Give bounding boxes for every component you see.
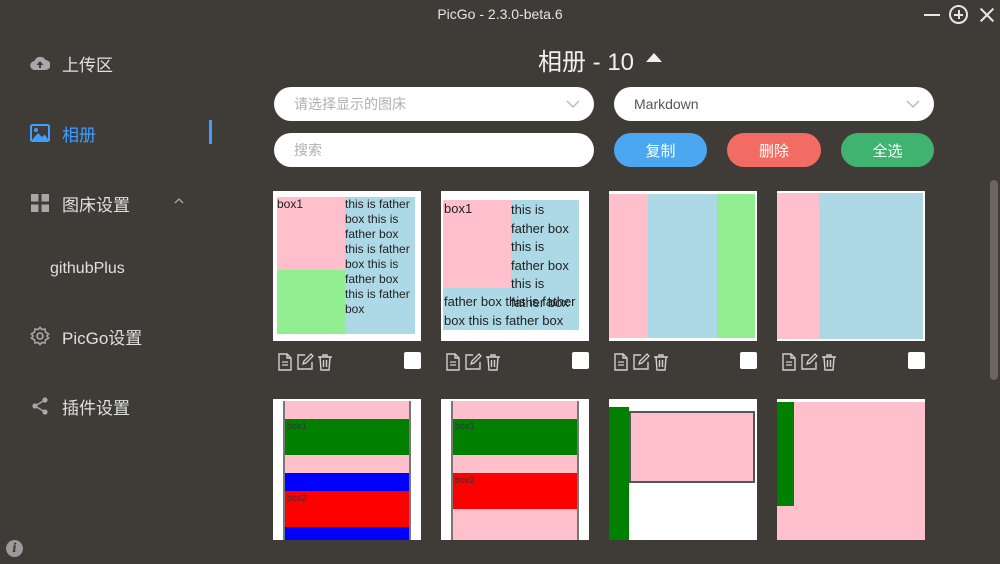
sidebar: 上传区 相册 图床设置 githubPlus PicGo设置 插件设置 i	[0, 28, 240, 564]
edit-icon[interactable]	[464, 353, 482, 371]
gallery-thumbnail[interactable]: box1 this is father box this is father b…	[273, 191, 421, 341]
search-input[interactable]	[274, 133, 594, 167]
close-icon[interactable]	[977, 5, 997, 25]
sidebar-item-label: 插件设置	[62, 398, 130, 418]
copy-button[interactable]: 复制	[614, 133, 707, 167]
trash-icon[interactable]	[316, 353, 334, 371]
page-title[interactable]: 相册 - 10	[538, 42, 663, 77]
delete-button[interactable]: 删除	[727, 133, 821, 167]
sidebar-subitem-githubplus[interactable]: githubPlus	[50, 260, 125, 278]
thumbnail-text: father box this is father box this is fa…	[444, 294, 576, 328]
gallery-thumbnail[interactable]	[609, 191, 757, 341]
sidebar-item-gallery[interactable]: 相册	[30, 118, 96, 148]
image-icon	[30, 123, 50, 143]
add-circle-icon[interactable]	[949, 5, 968, 24]
sidebar-item-label: 相册	[62, 125, 96, 145]
thumbnail-actions	[444, 352, 504, 372]
active-indicator	[209, 120, 212, 144]
format-select[interactable]: Markdown	[614, 87, 934, 121]
gallery-thumbnail[interactable]	[609, 399, 757, 540]
gallery-thumbnail[interactable]: box1 box2	[273, 399, 421, 540]
thumbnail-text: box1	[455, 421, 475, 431]
thumbnail-text: box2	[287, 493, 307, 503]
gallery-thumbnail[interactable]	[777, 191, 925, 341]
window-title: PicGo - 2.3.0-beta.6	[437, 6, 563, 22]
chevron-down-icon	[566, 100, 580, 109]
chevron-down-icon	[906, 100, 920, 109]
document-icon[interactable]	[612, 353, 630, 371]
sidebar-item-picgo-settings[interactable]: PicGo设置	[30, 321, 142, 351]
edit-icon[interactable]	[800, 353, 818, 371]
picbed-select[interactable]: 请选择显示的图床	[274, 87, 594, 121]
gallery-thumbnail[interactable]: box1 box2	[441, 399, 589, 540]
sidebar-item-bed-settings[interactable]: 图床设置	[30, 188, 130, 218]
thumbnail-actions	[612, 352, 672, 372]
thumbnail-text: box1	[277, 197, 304, 211]
share-icon	[30, 396, 50, 416]
sidebar-item-label: 图床设置	[62, 195, 130, 215]
thumbnail-actions	[780, 352, 840, 372]
gear-icon	[30, 326, 50, 346]
gallery-thumbnail[interactable]: box1 this is father box this is father b…	[441, 191, 589, 341]
select-checkbox[interactable]	[740, 352, 757, 369]
sidebar-item-label: 上传区	[62, 55, 113, 75]
title-bar: PicGo - 2.3.0-beta.6	[0, 0, 1000, 28]
scrollbar-thumb[interactable]	[990, 180, 998, 380]
document-icon[interactable]	[444, 353, 462, 371]
info-icon[interactable]: i	[6, 540, 23, 557]
select-checkbox[interactable]	[572, 352, 589, 369]
caret-up-icon	[646, 53, 663, 62]
gallery-thumbnail[interactable]	[777, 399, 925, 540]
edit-icon[interactable]	[296, 353, 314, 371]
document-icon[interactable]	[780, 353, 798, 371]
thumbnail-text: box2	[455, 475, 475, 485]
document-icon[interactable]	[276, 353, 294, 371]
sidebar-item-plugin-settings[interactable]: 插件设置	[30, 391, 130, 421]
sidebar-item-upload[interactable]: 上传区	[30, 48, 113, 78]
select-all-button[interactable]: 全选	[841, 133, 934, 167]
select-checkbox[interactable]	[404, 352, 421, 369]
grid-icon	[30, 193, 50, 213]
minimize-icon[interactable]	[922, 5, 942, 25]
select-checkbox[interactable]	[908, 352, 925, 369]
edit-icon[interactable]	[632, 353, 650, 371]
trash-icon[interactable]	[652, 353, 670, 371]
cloud-upload-icon	[30, 53, 50, 73]
thumbnail-actions	[276, 352, 336, 372]
trash-icon[interactable]	[820, 353, 838, 371]
thumbnail-text: this is father box this is father box th…	[345, 197, 410, 316]
trash-icon[interactable]	[484, 353, 502, 371]
sidebar-item-label: PicGo设置	[62, 328, 143, 348]
chevron-up-icon[interactable]	[174, 196, 184, 206]
thumbnail-text: box1	[444, 201, 473, 216]
thumbnail-text: box1	[287, 421, 307, 431]
